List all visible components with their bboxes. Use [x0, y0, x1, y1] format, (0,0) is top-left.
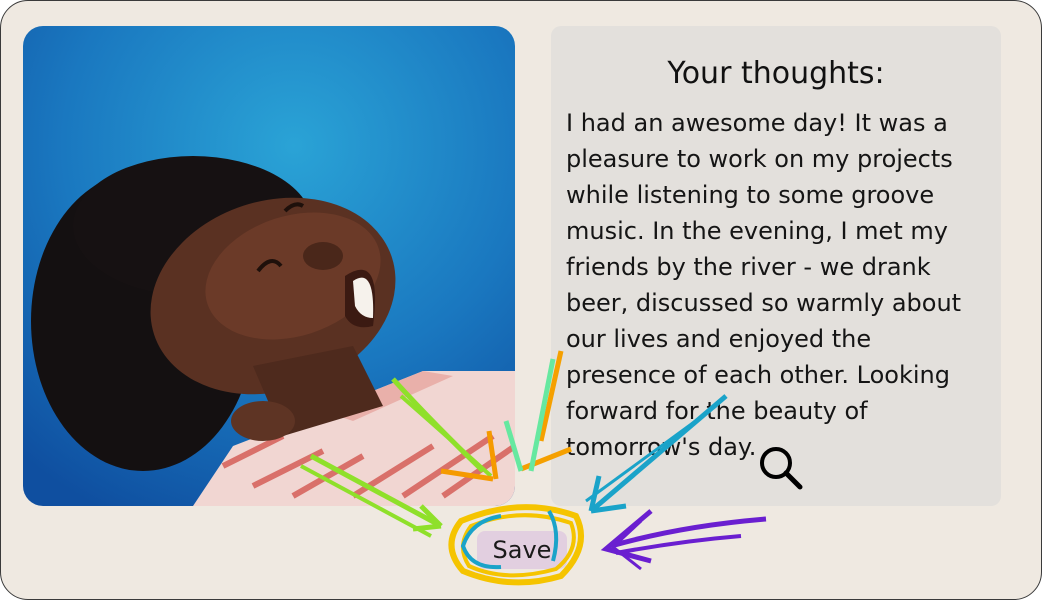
thoughts-title: Your thoughts:: [667, 56, 885, 91]
app-window: Your thoughts: I had an awesome day! It …: [0, 0, 1042, 600]
save-button[interactable]: Save: [477, 531, 567, 569]
thoughts-panel: Your thoughts: I had an awesome day! It …: [551, 26, 1001, 506]
thoughts-text[interactable]: I had an awesome day! It was a pleasure …: [566, 105, 986, 465]
search-icon[interactable]: [757, 444, 803, 490]
smiling-person-photo: [23, 26, 515, 506]
